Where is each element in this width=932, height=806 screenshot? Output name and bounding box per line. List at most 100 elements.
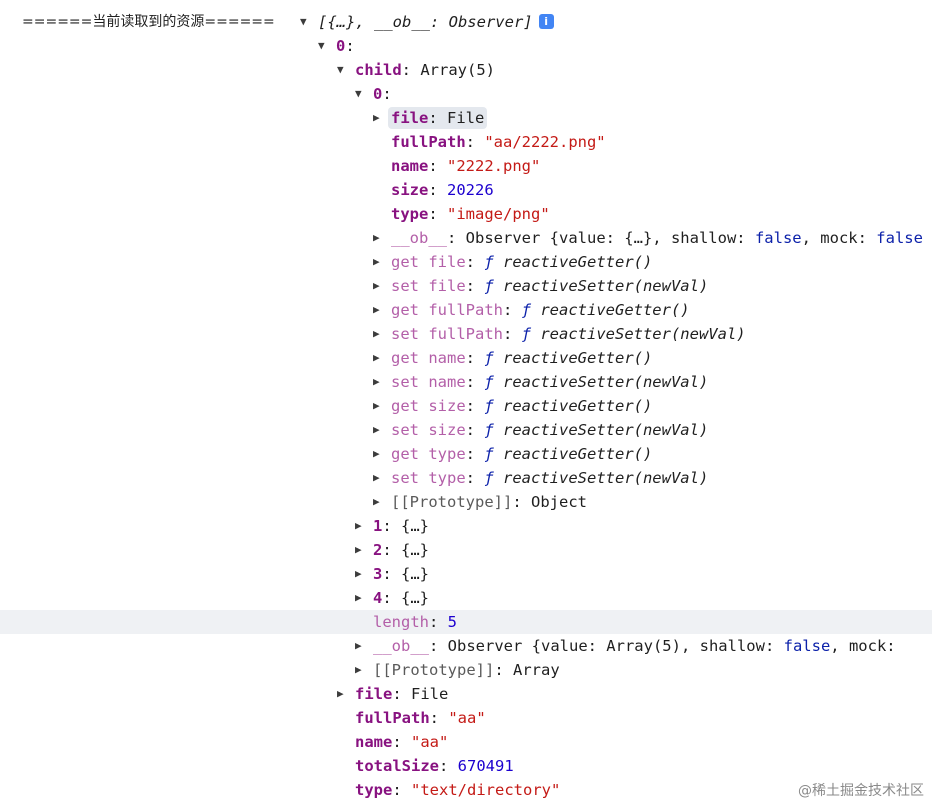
tree-row[interactable]: ▶ get size: ƒ reactiveGetter()	[0, 394, 932, 418]
separator: :	[392, 781, 411, 799]
property-value: Object	[531, 493, 587, 511]
property-entry: get file: ƒ reactiveGetter()	[391, 253, 652, 271]
expand-triangle-icon[interactable]: ▶	[355, 562, 373, 586]
tree-row[interactable]: ▶ __ob__: Observer {value: {…}, shallow: …	[0, 226, 932, 250]
tree-row[interactable]: ▶ 3: {…}	[0, 562, 932, 586]
separator: :	[429, 613, 448, 631]
tree-row[interactable]: ▼ 0:	[0, 82, 932, 106]
tree-row[interactable]: ▶ [[Prototype]]: Array	[0, 658, 932, 682]
collapse-triangle-icon[interactable]: ▼	[318, 34, 336, 58]
tree-row[interactable]: ▶ __ob__: Observer {value: Array(5), shal…	[0, 634, 932, 658]
property-value: "2222.png"	[447, 157, 541, 175]
accessor-keyword: get	[391, 301, 429, 319]
property-key: 2	[373, 541, 383, 559]
tree-row[interactable]: ▶ get name: ƒ reactiveGetter()	[0, 346, 932, 370]
tree-row-content: ▶fullPath: "aa"	[337, 706, 486, 730]
tree-row[interactable]: ▶ set file: ƒ reactiveSetter(newVal)	[0, 274, 932, 298]
array-summary[interactable]: [{…}, __ob__: Observer]	[318, 13, 533, 31]
expand-triangle-icon[interactable]: ▶	[355, 538, 373, 562]
expand-triangle-icon[interactable]: ▶	[373, 370, 391, 394]
property-value: "aa"	[448, 709, 486, 727]
tree-row: ▶type: "text/directory"	[0, 778, 932, 802]
tree-row-content: ▶ set size: ƒ reactiveSetter(newVal)	[373, 418, 708, 442]
collapse-triangle-icon[interactable]: ▼	[337, 58, 355, 82]
expand-triangle-icon[interactable]: ▶	[373, 442, 391, 466]
tree-row: ▶name: "aa"	[0, 730, 932, 754]
tree-row: ▶fullPath: "aa"	[0, 706, 932, 730]
tree-row[interactable]: ▶ file: File	[0, 106, 932, 130]
accessor-keyword: get	[391, 445, 429, 463]
tree-row[interactable]: ▶ [[Prototype]]: Object	[0, 490, 932, 514]
property-value: File	[411, 685, 449, 703]
separator: :	[345, 37, 355, 55]
property-key: name	[428, 349, 466, 367]
collapse-triangle-icon[interactable]: ▼	[300, 10, 318, 34]
expand-triangle-icon[interactable]: ▶	[373, 466, 391, 490]
tree-row-content: ▼ child: Array(5)	[337, 58, 495, 82]
collapse-triangle-icon[interactable]: ▼	[355, 82, 373, 106]
expand-triangle-icon[interactable]: ▶	[373, 250, 391, 274]
expand-triangle-icon[interactable]: ▶	[373, 298, 391, 322]
accessor-keyword: set	[391, 277, 429, 295]
tree-row-content: ▶ 4: {…}	[355, 586, 429, 610]
tree-row[interactable]: ▶ 1: {…}	[0, 514, 932, 538]
property-entry: length: 5	[373, 613, 457, 631]
property-key: [[Prototype]]	[391, 493, 513, 511]
function-icon: ƒ	[484, 373, 503, 391]
expand-triangle-icon[interactable]: ▶	[373, 274, 391, 298]
expand-triangle-icon[interactable]: ▶	[355, 514, 373, 538]
property-key: size	[391, 181, 429, 199]
property-entry: size: 20226	[391, 181, 494, 199]
accessor-keyword: get	[391, 349, 429, 367]
expand-triangle-icon[interactable]: ▶	[373, 418, 391, 442]
property-key: file	[355, 685, 393, 703]
tree-row-content: ▶type: "text/directory"	[337, 778, 560, 802]
tree-row[interactable]: ▶ get type: ƒ reactiveGetter()	[0, 442, 932, 466]
tree-row[interactable]: ▶ get file: ƒ reactiveGetter()	[0, 250, 932, 274]
info-icon[interactable]: i	[538, 14, 554, 29]
separator: :	[382, 589, 402, 607]
property-value: 20226	[447, 181, 494, 199]
property-entry: [[Prototype]]: Array	[373, 661, 560, 679]
tree-row[interactable]: ▶ 4: {…}	[0, 586, 932, 610]
separator: :	[392, 733, 411, 751]
expand-triangle-icon[interactable]: ▶	[373, 226, 391, 250]
function-signature: reactiveGetter()	[540, 301, 690, 319]
expand-triangle-icon[interactable]: ▶	[355, 658, 373, 682]
tree-row[interactable]: ▶ set fullPath: ƒ reactiveSetter(newVal)	[0, 322, 932, 346]
separator: :	[382, 565, 402, 583]
property-entry: set file: ƒ reactiveSetter(newVal)	[391, 277, 708, 295]
property-key: __ob__	[373, 637, 429, 655]
expand-triangle-icon[interactable]: ▶	[373, 322, 391, 346]
expand-triangle-icon[interactable]: ▶	[355, 634, 373, 658]
tree-row-content: ▶ set fullPath: ƒ reactiveSetter(newVal)	[373, 322, 746, 346]
expand-triangle-icon[interactable]: ▶	[355, 586, 373, 610]
tree-row[interactable]: ▼ 0:	[0, 34, 932, 58]
expand-triangle-icon[interactable]: ▶	[373, 346, 391, 370]
separator: :	[465, 397, 485, 415]
property-value: {…}	[401, 589, 430, 607]
tree-row[interactable]: ▶ file: File	[0, 682, 932, 706]
expand-triangle-icon[interactable]: ▶	[337, 682, 355, 706]
tree-row-content: ▶ file: File	[373, 106, 488, 130]
property-key: name	[391, 157, 429, 175]
tree-row-content: ▶ [[Prototype]]: Object	[373, 490, 587, 514]
tree-row[interactable]: ▶ set size: ƒ reactiveSetter(newVal)	[0, 418, 932, 442]
tree-row[interactable]: ▼ child: Array(5)	[0, 58, 932, 82]
tree-row[interactable]: ▼ [{…}, __ob__: Observer] i	[0, 10, 932, 34]
expand-triangle-icon[interactable]: ▶	[373, 394, 391, 418]
property-entry: fullPath: "aa/2222.png"	[391, 133, 606, 151]
tree-row-content: ▶ get name: ƒ reactiveGetter()	[373, 346, 652, 370]
tree-row[interactable]: ▶ 2: {…}	[0, 538, 932, 562]
tree-row[interactable]: ▶ set type: ƒ reactiveSetter(newVal)	[0, 466, 932, 490]
expand-triangle-icon[interactable]: ▶	[373, 490, 391, 514]
tree-row[interactable]: ▶ set name: ƒ reactiveSetter(newVal)	[0, 370, 932, 394]
property-entry: get type: ƒ reactiveGetter()	[391, 445, 652, 463]
separator: :	[428, 157, 447, 175]
tree-row-content: ▶ __ob__: Observer {value: {…}, shallow: …	[373, 226, 923, 250]
property-entry: [[Prototype]]: Object	[391, 493, 587, 511]
function-icon: ƒ	[521, 301, 541, 319]
tree-row[interactable]: ▶ get fullPath: ƒ reactiveGetter()	[0, 298, 932, 322]
property-key: fullPath	[391, 133, 466, 151]
console-object-tree: ▼ [{…}, __ob__: Observer] i ▼ 0: ▼ child: Arra…	[0, 10, 932, 802]
